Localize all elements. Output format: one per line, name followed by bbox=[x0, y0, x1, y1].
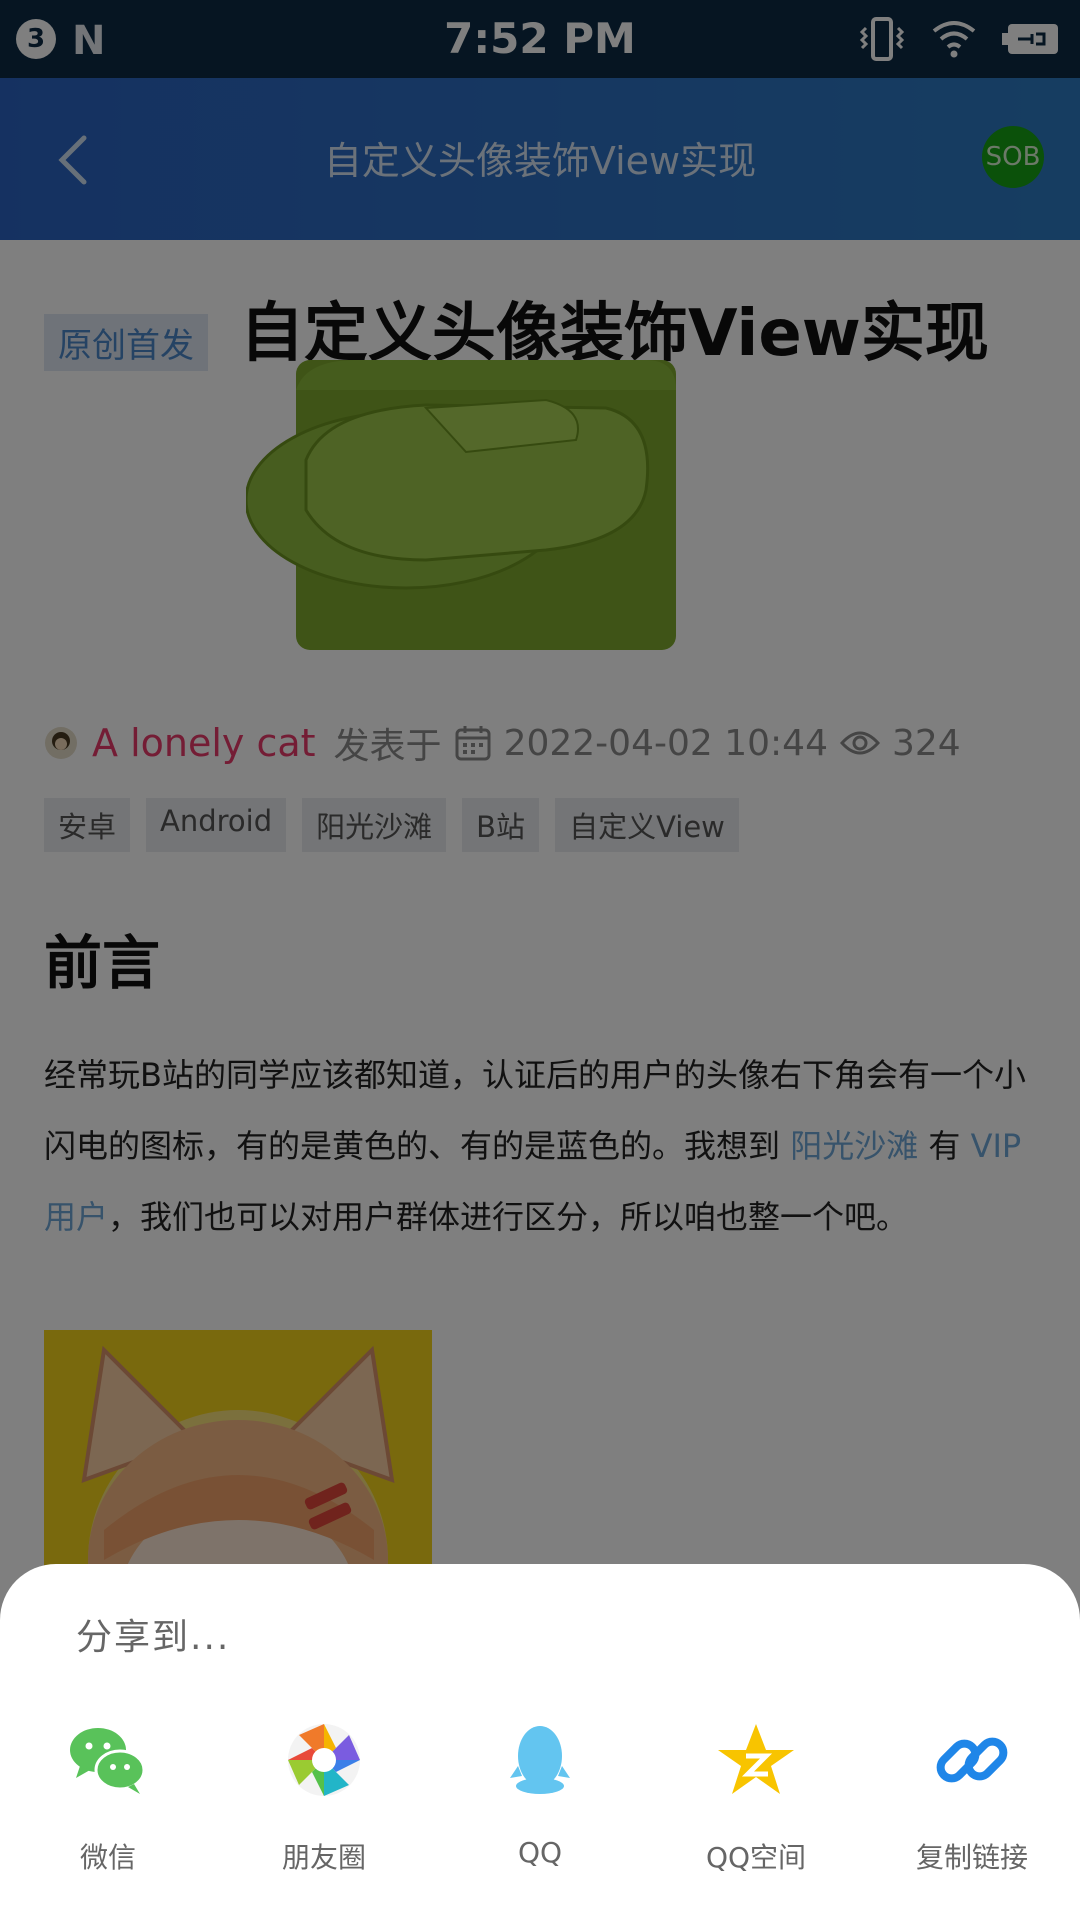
share-sheet-title: 分享到... bbox=[76, 1617, 231, 1658]
share-label: 微信 bbox=[79, 1841, 136, 1874]
share-qzone-button[interactable]: QQ空间 bbox=[648, 1720, 864, 1876]
share-moments-button[interactable]: 朋友圈 bbox=[216, 1720, 432, 1876]
share-sheet: 分享到... 微信 朋友圈 QQ QQ空间 复制链接 bbox=[0, 1564, 1080, 1920]
moments-icon bbox=[288, 1724, 360, 1796]
share-label: 复制链接 bbox=[915, 1841, 1028, 1874]
share-label: QQ bbox=[517, 1836, 563, 1869]
share-qq-button[interactable]: QQ bbox=[432, 1720, 648, 1869]
share-wechat-button[interactable]: 微信 bbox=[0, 1720, 216, 1876]
share-label: 朋友圈 bbox=[281, 1841, 366, 1874]
share-label: QQ空间 bbox=[705, 1841, 807, 1874]
qzone-icon bbox=[718, 1724, 794, 1794]
wechat-icon bbox=[70, 1728, 146, 1794]
copy-link-icon bbox=[936, 1737, 1008, 1783]
qq-icon bbox=[510, 1726, 570, 1794]
copy-link-button[interactable]: 复制链接 bbox=[864, 1720, 1080, 1876]
